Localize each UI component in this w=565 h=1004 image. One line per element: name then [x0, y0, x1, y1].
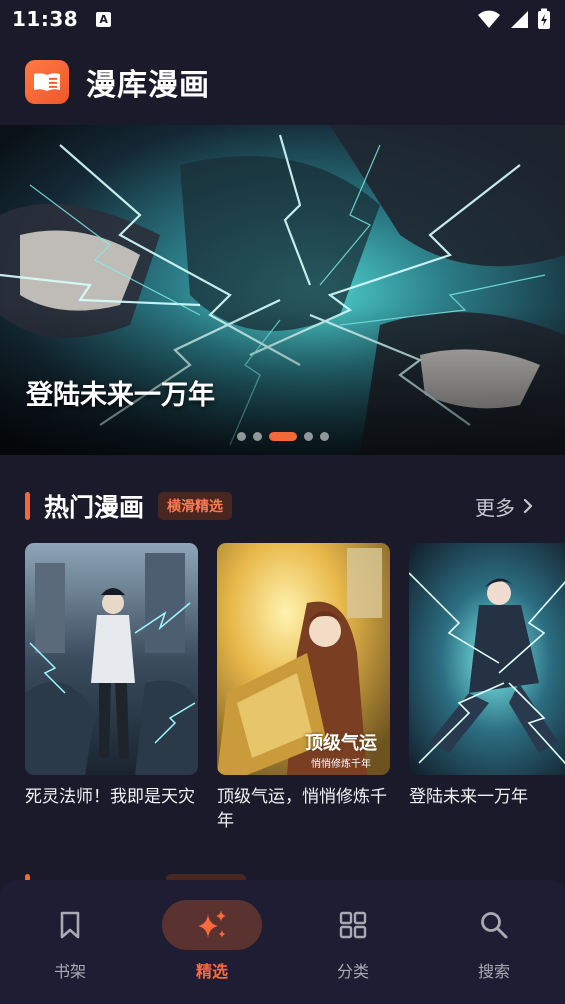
comic-cover[interactable]: [25, 543, 198, 775]
hot-comics-list[interactable]: 死灵法师！我即是天灾 顶级气运 悄悄修炼千年 顶级气运，悄悄修炼千年 登陆未来一…: [25, 543, 565, 843]
app-title: 漫库漫画: [86, 67, 210, 103]
nav-label: 搜索: [477, 962, 510, 981]
carousel-dot: [319, 432, 329, 441]
comic-cover-art: [409, 543, 565, 775]
wifi-icon: [478, 10, 500, 28]
nav-label: 精选: [195, 962, 228, 981]
nav-item-featured[interactable]: 精选: [152, 900, 272, 990]
carousel-dot: [252, 432, 262, 441]
notification-a-icon: A: [96, 11, 112, 27]
banner-carousel[interactable]: 登陆未来一万年: [0, 125, 565, 455]
comic-cover-art: [25, 543, 198, 775]
nav-item-bookshelf[interactable]: 书架: [10, 900, 130, 990]
chevron-right-icon: [523, 498, 533, 514]
carousel-dot-active: [268, 432, 297, 441]
more-button[interactable]: 更多: [475, 492, 533, 521]
nav-label: 分类: [336, 962, 369, 981]
nav-icon-wrap: [20, 900, 120, 950]
section-title: 热门漫画: [44, 493, 145, 522]
carousel-indicator: [0, 432, 565, 441]
grid-icon: [339, 911, 367, 939]
battery-charging-icon: [538, 8, 550, 29]
status-bar: 11:38 A: [0, 0, 565, 38]
cover-subtitle-text: 悄悄修炼千年: [311, 759, 371, 770]
banner-title: 登陆未来一万年: [26, 380, 215, 411]
nav-icon-wrap: [162, 900, 262, 950]
cover-title-text: 顶级气运: [305, 733, 377, 754]
app-header: 漫库漫画: [0, 38, 565, 125]
sparkles-icon: [198, 910, 226, 938]
section-badge: 横滑精选: [158, 492, 233, 520]
section-accent-bar: [25, 492, 30, 520]
comic-title[interactable]: 死灵法师！我即是天灾: [25, 785, 198, 809]
search-icon: [481, 912, 508, 939]
comic-card[interactable]: 顶级气运 悄悄修炼千年 顶级气运，悄悄修炼千年: [217, 543, 390, 833]
comic-title[interactable]: 顶级气运，悄悄修炼千年: [217, 785, 390, 833]
comic-card[interactable]: 登陆未来一万年: [409, 543, 565, 809]
comic-cover[interactable]: 顶级气运 悄悄修炼千年: [217, 543, 390, 775]
hot-section-header: 热门漫画 横滑精选 更多: [0, 480, 565, 532]
bottom-navigation: 书架 精选 分类 搜索: [0, 880, 565, 1004]
nav-item-search[interactable]: 搜索: [434, 900, 554, 990]
signal-icon: [511, 11, 528, 28]
more-label: 更多: [475, 495, 515, 520]
status-icons: [477, 8, 551, 30]
nav-icon-wrap: [303, 900, 403, 950]
nav-icon-wrap: [444, 900, 544, 950]
bookmark-icon: [60, 911, 80, 939]
status-time: 11:38: [12, 7, 79, 31]
carousel-dot: [303, 432, 313, 441]
carousel-dot: [236, 432, 246, 441]
comic-card[interactable]: 死灵法师！我即是天灾: [25, 543, 198, 809]
cover-text-block: 顶级气运 悄悄修炼千年: [295, 729, 387, 770]
nav-item-category[interactable]: 分类: [293, 900, 413, 990]
comic-cover[interactable]: [409, 543, 565, 775]
comic-title[interactable]: 登陆未来一万年: [409, 785, 565, 809]
book-icon: [25, 59, 69, 104]
nav-label: 书架: [53, 962, 86, 981]
